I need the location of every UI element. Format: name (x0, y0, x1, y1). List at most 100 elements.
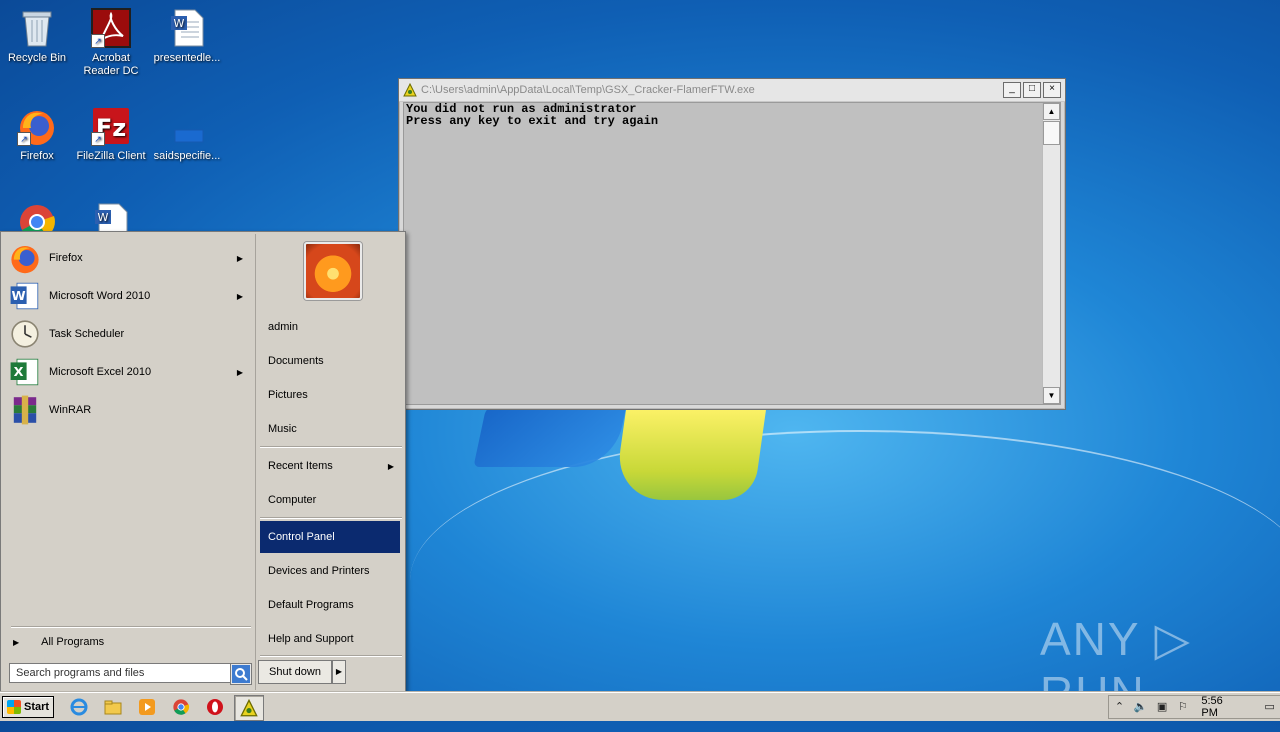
opera-icon[interactable] (206, 698, 224, 716)
winrar-icon (9, 394, 41, 426)
close-button[interactable]: × (1043, 82, 1061, 98)
shortcut-arrow-icon: ↗ (91, 132, 105, 146)
chrome-icon[interactable] (172, 698, 190, 716)
submenu-arrow-icon: ▶ (236, 291, 243, 301)
acrobat-icon: ↗ (91, 8, 131, 48)
desktop-icon-word-doc-1[interactable]: W presentedle... (150, 8, 224, 65)
desktop-icon-acrobat[interactable]: ↗ Acrobat Reader DC (74, 8, 148, 78)
wallpaper-flag-yellow (613, 405, 767, 500)
program-label: Microsoft Word 2010 (49, 290, 151, 302)
menu-item-pictures[interactable]: Pictures (260, 379, 400, 411)
desktop-icon-label: Acrobat Reader DC (83, 52, 139, 77)
scroll-thumb[interactable] (1043, 121, 1060, 145)
taskbar: Start ⌃ 🔈 ▣ ⚐ 5:56 PM ▭ (0, 692, 1280, 721)
console-output-text: You did not run as administrator Press a… (406, 102, 659, 128)
internet-explorer-icon[interactable] (70, 698, 88, 716)
menu-item-recent-items[interactable]: Recent Items ▶ (260, 450, 400, 482)
network-icon[interactable]: ▣ (1156, 700, 1169, 714)
word-icon: W (9, 280, 41, 312)
shortcut-arrow-icon: ↗ (17, 132, 31, 146)
submenu-arrow-icon: ▶ (236, 253, 243, 263)
search-input[interactable]: Search programs and files (9, 663, 237, 683)
program-item-task-scheduler[interactable]: Task Scheduler (9, 316, 251, 352)
file-explorer-icon[interactable] (104, 698, 122, 716)
desktop-icon-label: FileZilla Client (76, 150, 146, 162)
vertical-scrollbar[interactable]: ▲ ▼ (1042, 103, 1060, 404)
app-icon (403, 83, 417, 97)
desktop-icon-label: Firefox (20, 150, 54, 162)
start-menu: Firefox ▶ W Microsoft Word 2010 ▶ Task S… (0, 231, 406, 693)
desktop-icon-recycle-bin[interactable]: Recycle Bin (0, 8, 74, 65)
svg-text:W: W (12, 289, 26, 304)
start-menu-programs-pane: Firefox ▶ W Microsoft Word 2010 ▶ Task S… (3, 234, 253, 690)
start-button[interactable]: Start (2, 696, 54, 718)
program-item-firefox[interactable]: Firefox ▶ (9, 240, 251, 276)
start-menu-places-pane: admin Documents Pictures Music Recent It… (255, 234, 404, 690)
console-titlebar[interactable]: C:\Users\admin\AppData\Local\Temp\GSX_Cr… (399, 79, 1065, 102)
show-hidden-icons-icon[interactable]: ⌃ (1113, 700, 1126, 714)
menu-item-computer[interactable]: Computer (260, 484, 400, 516)
menu-item-documents[interactable]: Documents (260, 345, 400, 377)
app-icon (240, 698, 258, 717)
menu-item-music[interactable]: Music (260, 413, 400, 445)
desktop-icon-firefox[interactable]: ↗ Firefox (0, 106, 74, 163)
console-output-area[interactable]: You did not run as administrator Press a… (403, 102, 1061, 405)
svg-text:X: X (14, 365, 24, 380)
clock-icon (9, 318, 41, 350)
user-avatar[interactable] (304, 242, 362, 300)
start-label: Start (24, 701, 50, 713)
program-label: WinRAR (49, 404, 92, 416)
desktop-icon-saidspecifie[interactable]: saidspecifie... (150, 106, 224, 163)
taskbar-button-console[interactable] (234, 695, 264, 721)
separator (260, 446, 402, 448)
show-desktop-icon[interactable]: ▭ (1263, 700, 1276, 714)
excel-icon: X (9, 356, 41, 388)
word-document-icon: W (167, 8, 207, 48)
firefox-icon (9, 242, 41, 274)
menu-item-devices-printers[interactable]: Devices and Printers (260, 555, 400, 587)
recycle-bin-icon (17, 8, 57, 48)
program-label: Task Scheduler (49, 328, 125, 340)
desktop-icon-label: Recycle Bin (7, 52, 67, 64)
separator (11, 626, 251, 628)
desktop-icon-label: presentedle... (153, 52, 221, 64)
all-programs-button[interactable]: ▶ All Programs (13, 636, 104, 648)
all-programs-label: All Programs (41, 636, 105, 648)
triangle-right-icon: ▶ (13, 637, 20, 647)
console-window[interactable]: C:\Users\admin\AppData\Local\Temp\GSX_Cr… (398, 78, 1066, 410)
submenu-arrow-icon: ▶ (236, 367, 243, 377)
windows-logo-icon (7, 700, 21, 714)
program-item-winrar[interactable]: WinRAR (9, 392, 251, 428)
firefox-icon: ↗ (17, 106, 57, 146)
maximize-button[interactable]: □ (1023, 82, 1041, 98)
scroll-down-button[interactable]: ▼ (1043, 387, 1060, 404)
scroll-up-button[interactable]: ▲ (1043, 103, 1060, 120)
program-item-word[interactable]: W Microsoft Word 2010 ▶ (9, 278, 251, 314)
action-center-flag-icon[interactable]: ⚐ (1176, 700, 1189, 714)
blank-file-icon (167, 106, 207, 146)
shutdown-button[interactable]: Shut down (258, 660, 332, 684)
menu-item-control-panel[interactable]: Control Panel (260, 521, 400, 553)
console-title: C:\Users\admin\AppData\Local\Temp\GSX_Cr… (421, 84, 755, 96)
shutdown-options-button[interactable]: ▶ (332, 660, 346, 684)
program-label: Firefox (49, 252, 83, 264)
menu-item-admin[interactable]: admin (260, 311, 400, 343)
filezilla-icon: Fz ↗ (91, 106, 131, 146)
search-icon (232, 665, 250, 683)
submenu-arrow-icon: ▶ (387, 461, 394, 471)
desktop-icon-filezilla[interactable]: Fz ↗ FileZilla Client (74, 106, 148, 163)
minimize-button[interactable]: _ (1003, 82, 1021, 98)
media-player-icon[interactable] (138, 698, 156, 716)
system-tray: ⌃ 🔈 ▣ ⚐ 5:56 PM ▭ (1108, 695, 1280, 719)
search-button[interactable] (230, 663, 252, 685)
separator (260, 655, 402, 657)
menu-item-help-support[interactable]: Help and Support (260, 623, 400, 655)
volume-icon[interactable]: 🔈 (1134, 700, 1148, 714)
desktop-icon-label: saidspecifie... (153, 150, 221, 162)
shortcut-arrow-icon: ↗ (91, 34, 105, 48)
menu-item-default-programs[interactable]: Default Programs (260, 589, 400, 621)
clock[interactable]: 5:56 PM (1201, 695, 1239, 719)
recent-items-label: Recent Items (268, 460, 333, 472)
program-item-excel[interactable]: X Microsoft Excel 2010 ▶ (9, 354, 251, 390)
separator (260, 517, 402, 519)
